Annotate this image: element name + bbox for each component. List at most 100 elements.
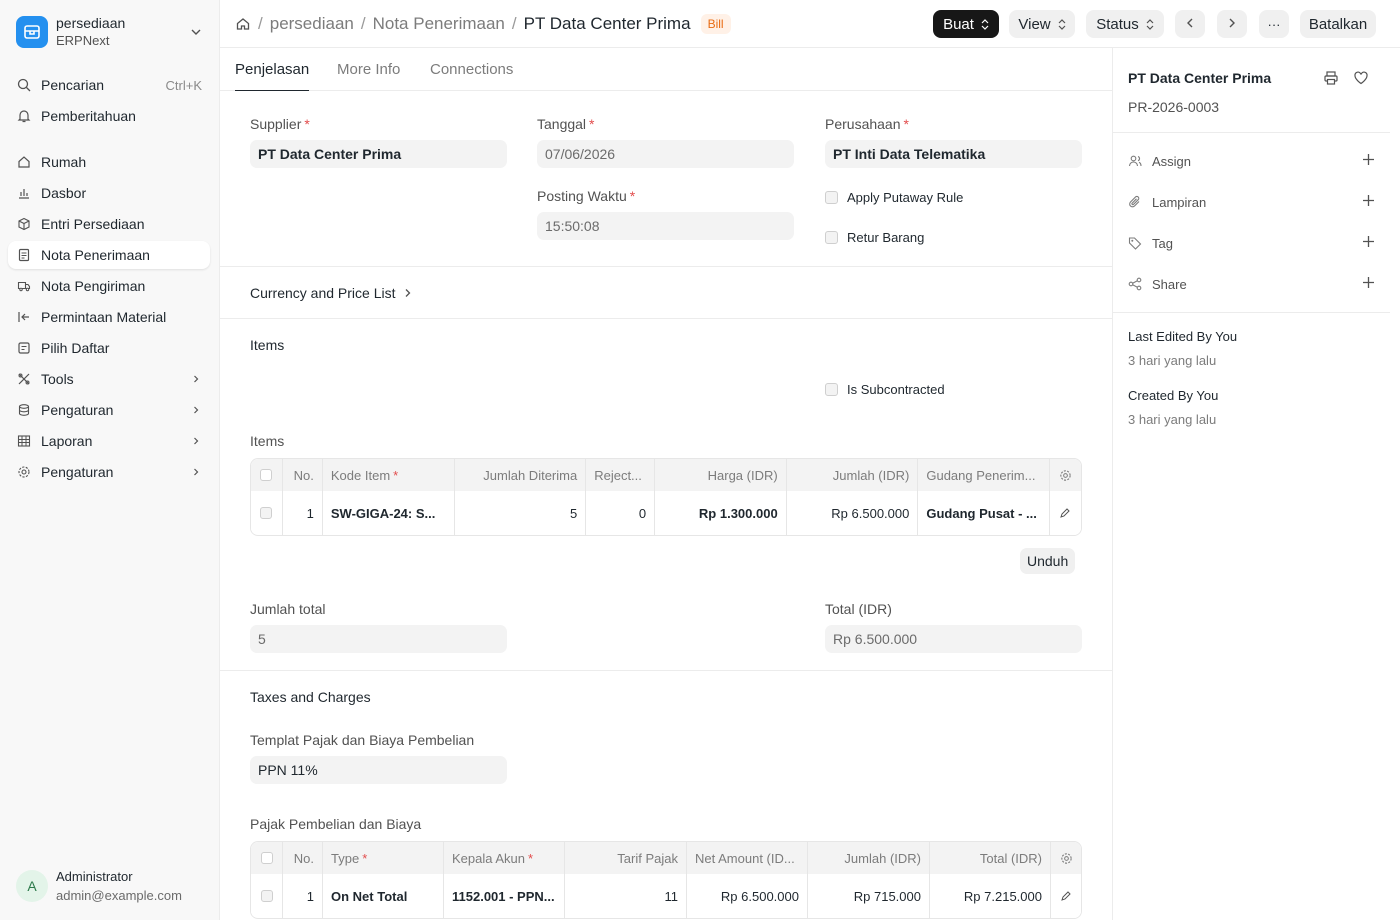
tab-connections[interactable]: Connections xyxy=(430,48,513,91)
select-all-checkbox[interactable] xyxy=(251,842,283,874)
plus-icon[interactable] xyxy=(1362,276,1375,292)
return-goods-label: Retur Barang xyxy=(847,230,925,245)
sidebar-notifications[interactable]: Pemberitahuan xyxy=(8,102,210,130)
tab-penjelasan[interactable]: Penjelasan xyxy=(235,48,310,91)
is-subcontracted-checkbox[interactable]: Is Subcontracted xyxy=(825,382,945,397)
assign-label: Assign xyxy=(1152,153,1192,169)
tag-row[interactable]: Tag xyxy=(1128,231,1375,255)
row-number: 1 xyxy=(283,874,323,918)
cancel-button[interactable]: Batalkan xyxy=(1300,10,1376,38)
sidebar-search[interactable]: Pencarian Ctrl+K xyxy=(8,71,210,99)
rejected-qty-cell[interactable]: 0 xyxy=(586,491,656,535)
tax-amount-cell: Rp 715.000 xyxy=(808,874,930,918)
page-title: PT Data Center Prima xyxy=(523,14,691,33)
table-row[interactable]: 1 SW-GIGA-24: S... 5 0 Rp 1.300.000 Rp 6… xyxy=(251,491,1081,535)
date-field[interactable]: 07/06/2026 xyxy=(537,140,794,168)
app-switcher[interactable]: persediaan ERPNext xyxy=(8,8,212,56)
column-header: Gudang Penerim... xyxy=(918,459,1051,491)
row-checkbox[interactable] xyxy=(251,874,283,918)
checkbox-box[interactable] xyxy=(825,191,838,204)
sidebar-item-label: Pengaturan xyxy=(41,464,114,480)
apply-putaway-checkbox[interactable]: Apply Putaway Rule xyxy=(825,190,963,205)
total-qty-label: Jumlah total xyxy=(250,601,326,617)
table-header: No. Type * Kepala Akun * Tarif Pajak Net A… xyxy=(251,842,1081,874)
checkbox-box[interactable] xyxy=(825,383,838,396)
view-button[interactable]: View xyxy=(1009,10,1075,38)
sidebar-item-rumah[interactable]: Rumah xyxy=(8,148,210,176)
sidebar-item-pengaturan[interactable]: Pengaturan xyxy=(8,458,210,486)
created-time: 3 hari yang lalu xyxy=(1128,412,1217,427)
app-name: persediaan xyxy=(56,15,126,31)
total-qty-field: 5 xyxy=(250,625,507,653)
sidebar-item-nota-penerimaan[interactable]: Nota Penerimaan xyxy=(8,241,210,269)
gear-icon[interactable] xyxy=(1051,842,1081,874)
select-all-checkbox[interactable] xyxy=(251,459,283,491)
company-field[interactable]: PT Inti Data Telematika xyxy=(825,140,1082,168)
plus-icon[interactable] xyxy=(1362,153,1375,169)
sidebar-item-dasbor[interactable]: Dasbor xyxy=(8,179,210,207)
sidebar-item-permintaan-material[interactable]: Permintaan Material xyxy=(8,303,210,331)
sort-arrows-icon xyxy=(1146,18,1154,30)
doc-id: PR-2026-0003 xyxy=(1128,99,1220,115)
tax-type-cell[interactable]: On Net Total xyxy=(323,874,444,918)
column-header: Jumlah (IDR) xyxy=(808,842,930,874)
rate-cell[interactable]: Rp 1.300.000 xyxy=(655,491,787,535)
create-button[interactable]: Buat xyxy=(933,10,999,38)
share-label: Share xyxy=(1152,276,1187,292)
print-icon[interactable] xyxy=(1323,70,1339,89)
return-goods-checkbox[interactable]: Retur Barang xyxy=(825,230,924,245)
table-row[interactable]: 1 On Net Total 1152.001 - PPN... 11 Rp 6… xyxy=(251,874,1081,918)
plus-icon[interactable] xyxy=(1362,194,1375,210)
home-icon[interactable] xyxy=(235,16,251,32)
sidebar-item-pilih-daftar[interactable]: Pilih Daftar xyxy=(8,334,210,362)
attachments-row[interactable]: Lampiran xyxy=(1128,190,1375,214)
sidebar-item-laporan[interactable]: Laporan xyxy=(8,427,210,455)
breadcrumb-separator: / xyxy=(511,14,517,33)
panel-divider xyxy=(1113,132,1390,133)
plus-icon[interactable] xyxy=(1362,235,1375,251)
currency-section-toggle[interactable]: Currency and Price List xyxy=(250,285,412,301)
attachments-label: Lampiran xyxy=(1152,194,1207,210)
share-row[interactable]: Share xyxy=(1128,272,1375,296)
previous-button[interactable] xyxy=(1175,10,1205,38)
column-header: Net Amount (ID... xyxy=(687,842,808,874)
sidebar-item-nota-pengiriman[interactable]: Nota Pengiriman xyxy=(8,272,210,300)
chevron-left-icon xyxy=(1185,16,1195,33)
supplier-field[interactable]: PT Data Center Prima xyxy=(250,140,507,168)
breadcrumb-nota-penerimaan[interactable]: Nota Penerimaan xyxy=(373,14,505,34)
breadcrumb-separator: / xyxy=(258,14,263,33)
edit-pencil-icon[interactable] xyxy=(1050,491,1081,535)
download-button[interactable]: Unduh xyxy=(1020,548,1076,574)
sidebar-item-entri-persediaan[interactable]: Entri Persediaan xyxy=(8,210,210,238)
user-menu[interactable]: A Administrator admin@example.com xyxy=(16,866,212,906)
doc-actions xyxy=(1323,70,1369,89)
breadcrumb-persediaan[interactable]: persediaan xyxy=(270,14,354,34)
doc-title: PT Data Center Prima xyxy=(1128,70,1272,86)
chevron-right-icon xyxy=(190,373,202,385)
more-button[interactable]: ··· xyxy=(1259,10,1289,38)
company-label: Perusahaan * xyxy=(825,116,909,132)
sidebar-item-pengaturan-data[interactable]: Pengaturan xyxy=(8,396,210,424)
last-edited-time: 3 hari yang lalu xyxy=(1128,353,1217,368)
gear-icon[interactable] xyxy=(1050,459,1081,491)
warehouse-cell[interactable]: Gudang Pusat - ... xyxy=(918,491,1051,535)
account-head-cell[interactable]: 1152.001 - PPN... xyxy=(444,874,565,918)
status-button[interactable]: Status xyxy=(1086,10,1164,38)
next-button[interactable] xyxy=(1217,10,1247,38)
row-checkbox[interactable] xyxy=(251,491,283,535)
posting-time-field[interactable]: 15:50:08 xyxy=(537,212,794,240)
tax-template-field[interactable]: PPN 11% xyxy=(250,756,507,784)
tax-rate-cell[interactable]: 11 xyxy=(565,874,687,918)
checkbox-box[interactable] xyxy=(825,231,838,244)
section-divider xyxy=(220,266,1113,267)
heart-icon[interactable] xyxy=(1353,70,1369,89)
edit-pencil-icon[interactable] xyxy=(1051,874,1081,918)
row-number: 1 xyxy=(283,491,323,535)
sidebar-item-tools[interactable]: Tools xyxy=(8,365,210,393)
received-qty-cell[interactable]: 5 xyxy=(455,491,587,535)
tab-more-info[interactable]: More Info xyxy=(337,48,400,91)
sort-arrows-icon xyxy=(1058,18,1066,30)
created-label: Created By You xyxy=(1128,388,1219,403)
item-code-cell[interactable]: SW-GIGA-24: S... xyxy=(323,491,455,535)
assign-row[interactable]: Assign xyxy=(1128,149,1375,173)
